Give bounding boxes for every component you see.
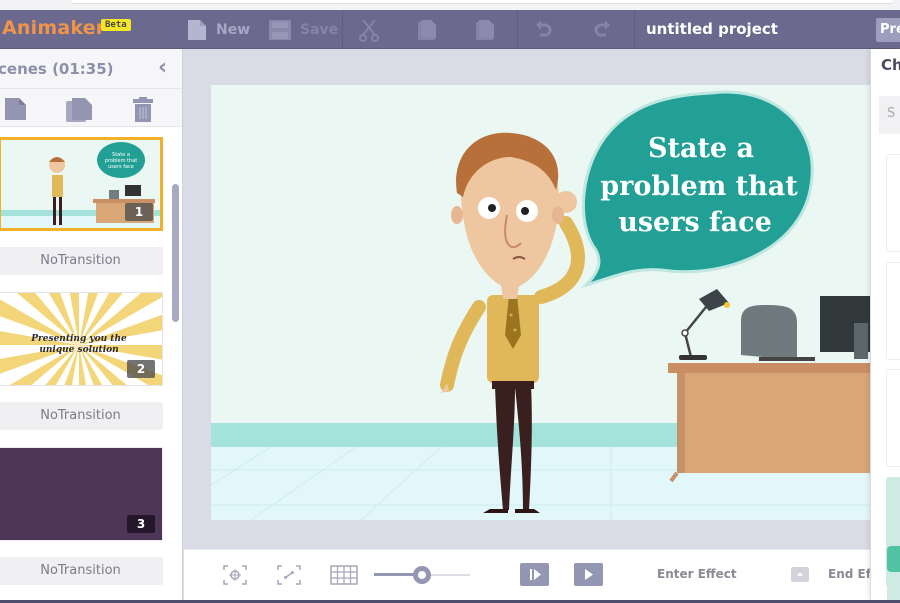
scene-number: 3 — [127, 515, 155, 533]
play-from-start-button[interactable] — [520, 563, 549, 586]
scene-number: 1 — [125, 203, 153, 221]
svg-text:Presenting you the: Presenting you the — [30, 334, 127, 344]
redo-icon — [594, 19, 610, 36]
play-from-start-icon — [530, 569, 541, 580]
scenes-sidebar: cenes (01:35) ‹ State a problem that use… — [0, 49, 183, 600]
scene-thumbnail-3[interactable]: 3 — [0, 447, 163, 541]
speech-line-1: State a — [648, 133, 754, 164]
fit-screen-icon[interactable] — [276, 564, 302, 586]
preview-button[interactable]: Pre — [876, 18, 900, 42]
duplicate-scene-icon[interactable] — [65, 97, 95, 123]
add-scene-icon[interactable] — [4, 97, 28, 121]
project-title[interactable]: untitled project — [646, 20, 778, 38]
new-button[interactable]: New — [186, 10, 250, 49]
transition-button-3[interactable]: NoTransition — [0, 557, 163, 585]
address-bar[interactable] — [72, 0, 892, 4]
panel-green-button[interactable] — [887, 546, 900, 572]
zoom-slider-handle[interactable] — [413, 566, 431, 584]
paste-icon — [476, 19, 494, 40]
center-focus-icon[interactable] — [222, 564, 248, 586]
speech-line-3: users face — [618, 207, 772, 238]
scene-number: 2 — [127, 360, 155, 378]
scenes-title: cenes (01:35) — [0, 60, 114, 78]
panel-title: Ch — [881, 56, 900, 74]
save-label: Save — [300, 21, 339, 38]
panel-item[interactable] — [886, 154, 900, 252]
copy-icon — [418, 19, 436, 40]
play-icon — [585, 569, 593, 580]
browser-chrome — [0, 0, 900, 10]
stage-canvas[interactable]: State a problem that users face — [211, 85, 871, 520]
scenes-header: cenes (01:35) ‹ — [0, 49, 182, 89]
beta-badge: Beta — [101, 19, 131, 31]
characters-panel: Ch S — [870, 49, 900, 600]
toolbar-divider — [342, 10, 343, 49]
scene-illustration: State a problem that users face — [211, 85, 871, 520]
svg-text:users face: users face — [108, 164, 134, 170]
enter-effect-button[interactable]: Enter Effect — [657, 567, 737, 581]
undo-icon — [536, 19, 552, 36]
caret-up-icon — [797, 572, 803, 576]
cut-icon — [359, 18, 379, 42]
effect-toggle-button[interactable] — [791, 567, 809, 582]
panel-search-input[interactable]: S — [879, 96, 900, 134]
top-toolbar: Animaker Beta New Save untitled project … — [0, 10, 900, 49]
cut-button[interactable] — [358, 10, 380, 49]
new-label: New — [216, 21, 251, 38]
toolbar-divider — [517, 10, 518, 49]
grid-icon[interactable] — [330, 564, 358, 586]
panel-item[interactable] — [886, 262, 900, 360]
redo-button[interactable] — [593, 10, 611, 49]
transition-button-1[interactable]: NoTransition — [0, 247, 163, 275]
scene-thumbnail-2[interactable]: Presenting you the unique solution 2 — [0, 292, 163, 386]
panel-green-card[interactable] — [887, 581, 900, 600]
scene-list: State a problem that users face 1 NoTran… — [0, 129, 172, 600]
speech-line-2: problem that — [600, 171, 798, 202]
delete-scene-icon[interactable] — [133, 97, 153, 123]
save-icon — [269, 19, 291, 40]
svg-text:unique solution: unique solution — [39, 345, 118, 355]
paste-button[interactable] — [473, 10, 497, 49]
scene-thumbnail-1[interactable]: State a problem that users face 1 — [0, 137, 163, 231]
zoom-slider[interactable] — [374, 565, 470, 585]
panel-item[interactable] — [886, 369, 900, 467]
scene-tools — [0, 89, 182, 127]
scene-list-scrollbar[interactable] — [172, 184, 179, 322]
end-effect-button[interactable]: End Ef — [828, 567, 871, 581]
app-logo: Animaker — [2, 17, 106, 39]
save-button[interactable]: Save — [268, 10, 338, 49]
copy-button[interactable] — [415, 10, 439, 49]
play-button[interactable] — [574, 563, 603, 586]
office-desk — [668, 289, 871, 483]
transition-button-2[interactable]: NoTransition — [0, 402, 163, 430]
canvas-area: State a problem that users face — [184, 49, 871, 549]
toolbar-divider — [634, 10, 635, 49]
undo-button[interactable] — [535, 10, 553, 49]
timeline-controls: Enter Effect End Ef — [184, 549, 871, 600]
collapse-sidebar-button[interactable]: ‹ — [158, 55, 167, 80]
new-file-icon — [188, 19, 206, 40]
